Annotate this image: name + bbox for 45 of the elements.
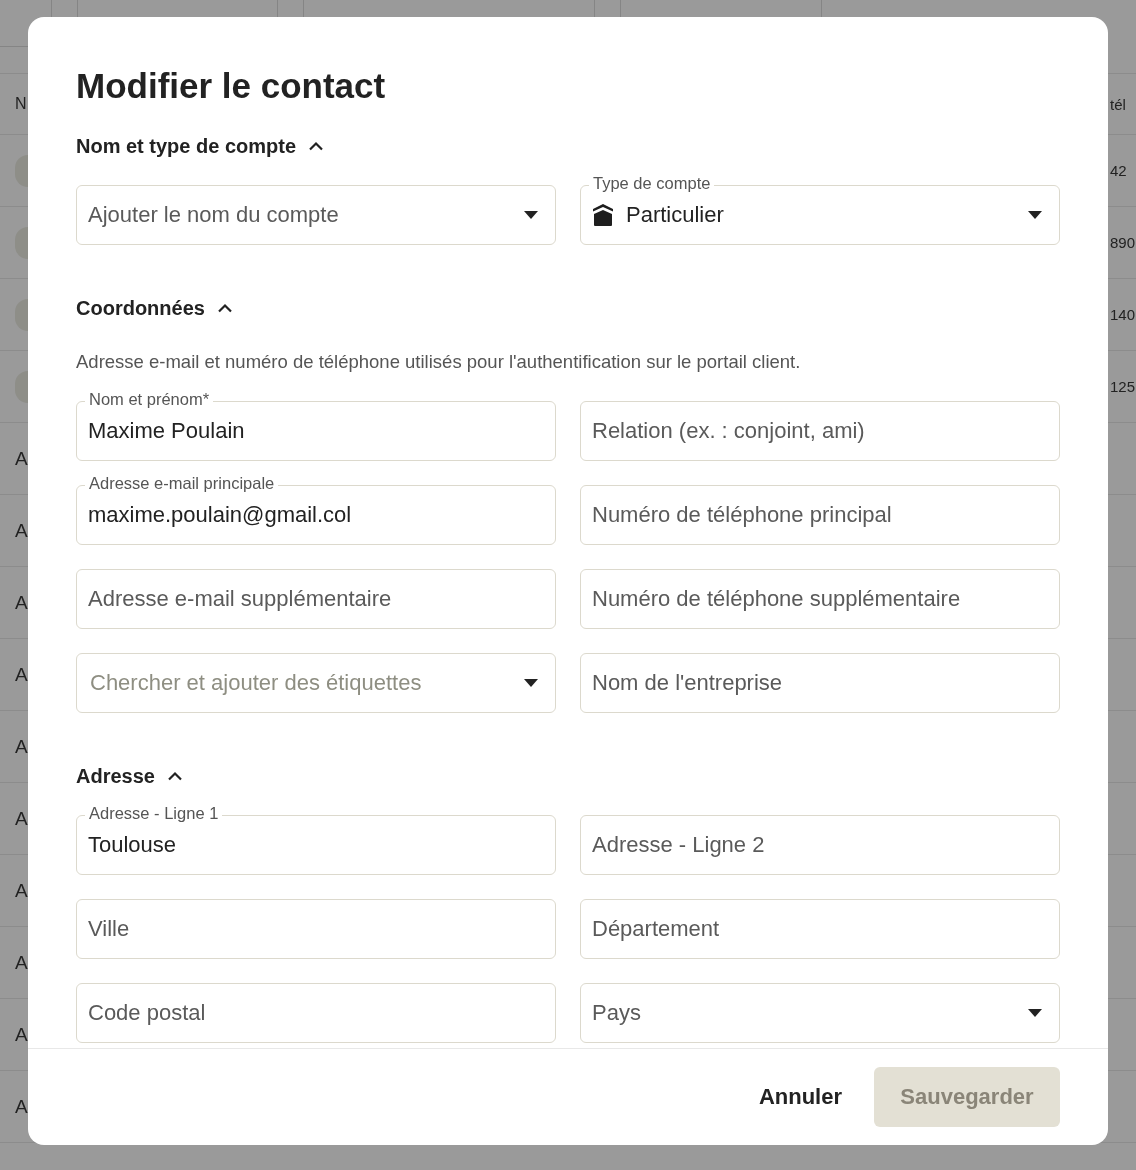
input-field[interactable]: Numéro de téléphone supplémentaire (580, 557, 1060, 629)
input-field[interactable]: Département (580, 887, 1060, 959)
input-field[interactable]: Adresse e-mail supplémentaire (76, 557, 556, 629)
section-description: Adresse e-mail et numéro de téléphone utilisés pour l'authentification sur le portail client. (76, 351, 802, 373)
table-cell: A (15, 591, 28, 614)
column-header: tél (1110, 95, 1126, 113)
table-cell: A (15, 1023, 28, 1046)
input-field[interactable]: Adresse - Ligne 1 Toulouse (76, 803, 556, 875)
caret-icon (166, 771, 183, 781)
table-cell: A (15, 879, 28, 902)
table-cell: A (15, 807, 28, 830)
column-header: N (15, 95, 27, 113)
select-field[interactable]: Ajouter le nom du compte (76, 173, 556, 245)
caret-icon (308, 141, 325, 151)
dropdown-arrow-icon (1028, 1009, 1042, 1017)
table-cell: A (15, 735, 28, 758)
cancel-button[interactable]: Annuler (758, 1068, 842, 1126)
table-cell: 890 (1110, 234, 1136, 251)
table-cell: A (15, 519, 28, 542)
house-icon (592, 203, 614, 227)
select-field[interactable]: Pays (580, 971, 1060, 1043)
table-cell: 42 (1110, 162, 1127, 179)
table-cell: A (15, 447, 28, 470)
section-header[interactable]: Adresse (76, 764, 183, 788)
input-field[interactable]: Nom et prénom* Maxime Poulain (76, 389, 556, 461)
input-field[interactable]: Adresse e-mail principale maxime.poulain@gmail.col (76, 473, 556, 545)
table-cell: 140 (1110, 306, 1136, 323)
section-header[interactable]: Coordonnées (76, 296, 233, 320)
table-cell: A (15, 951, 28, 974)
input-field[interactable]: Numéro de téléphone principal (580, 473, 1060, 545)
table-cell: 125 (1110, 378, 1136, 395)
input-field[interactable]: Adresse - Ligne 2 (580, 803, 1060, 875)
dropdown-arrow-icon (524, 679, 538, 687)
table-cell: A (15, 1095, 28, 1118)
input-field[interactable]: Relation (ex. : conjoint, ami) (580, 389, 1060, 461)
input-field[interactable]: Nom de l'entreprise (580, 641, 1060, 713)
table-cell: A (15, 663, 28, 686)
input-field[interactable]: Code postal (76, 971, 556, 1043)
caret-icon (216, 303, 233, 313)
dialog-title: Modifier le contact (76, 65, 387, 106)
dropdown-arrow-icon (1028, 211, 1042, 219)
select-field[interactable]: Type de compte Particulier (580, 173, 1060, 245)
input-field[interactable]: Ville (76, 887, 556, 959)
dropdown-arrow-icon (524, 211, 538, 219)
section-header[interactable]: Nom et type de compte (76, 134, 325, 158)
